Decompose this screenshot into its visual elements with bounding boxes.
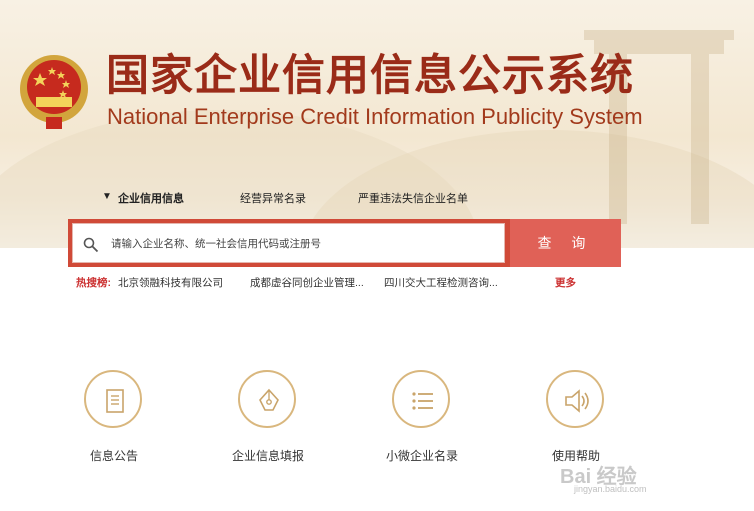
service-icon-circle	[392, 370, 450, 428]
service-small-business[interactable]: 小微企业名录	[362, 370, 482, 470]
tab-dishonest-list[interactable]: 严重违法失信企业名单	[358, 190, 468, 206]
hot-search-item[interactable]: 北京领融科技有限公司	[118, 276, 223, 290]
search-icon	[83, 237, 99, 253]
tab-abnormal-list[interactable]: 经营异常名录	[240, 190, 306, 206]
baidu-watermark: Bai 经验 jingyan.baidu.com	[560, 436, 740, 494]
hot-search-item[interactable]: 成都虚谷同创企业管理...	[250, 276, 364, 290]
document-icon	[106, 389, 124, 413]
list-icon	[412, 392, 433, 410]
hot-search-label: 热搜榜:	[76, 277, 111, 289]
page-subtitle: National Enterprise Credit Information P…	[107, 104, 643, 129]
service-icon-circle	[238, 370, 296, 428]
search-placeholder: 请输入企业名称、统一社会信用代码或注册号	[111, 238, 321, 250]
national-emblem-icon	[20, 55, 88, 129]
service-info-report[interactable]: 企业信息填报	[208, 370, 328, 470]
hero-banner: 国家企业信用信息公示系统 National Enterprise Credit …	[0, 0, 754, 248]
watermark-url: jingyan.baidu.com	[574, 484, 647, 494]
service-icon-circle	[546, 370, 604, 428]
triangle-down-icon: ▼	[102, 191, 112, 202]
page-title: 国家企业信用信息公示系统	[106, 51, 634, 101]
service-label: 小微企业名录	[385, 449, 458, 463]
search-button[interactable]: 查 询	[510, 219, 621, 267]
tab-enterprise-credit[interactable]: 企业信用信息	[118, 190, 184, 206]
service-label: 企业信息填报	[231, 449, 304, 463]
pen-icon	[259, 388, 279, 411]
hot-search-more-link[interactable]: 更多	[555, 276, 576, 290]
service-label: 信息公告	[89, 449, 138, 463]
search-bar: 请输入企业名称、统一社会信用代码或注册号 查 询	[68, 219, 621, 267]
service-icon-circle	[84, 370, 142, 428]
hot-search-item[interactable]: 四川交大工程检测咨询...	[384, 276, 498, 290]
search-input[interactable]: 请输入企业名称、统一社会信用代码或注册号	[72, 223, 505, 263]
speaker-icon	[565, 389, 589, 413]
service-notice[interactable]: 信息公告	[54, 370, 174, 470]
